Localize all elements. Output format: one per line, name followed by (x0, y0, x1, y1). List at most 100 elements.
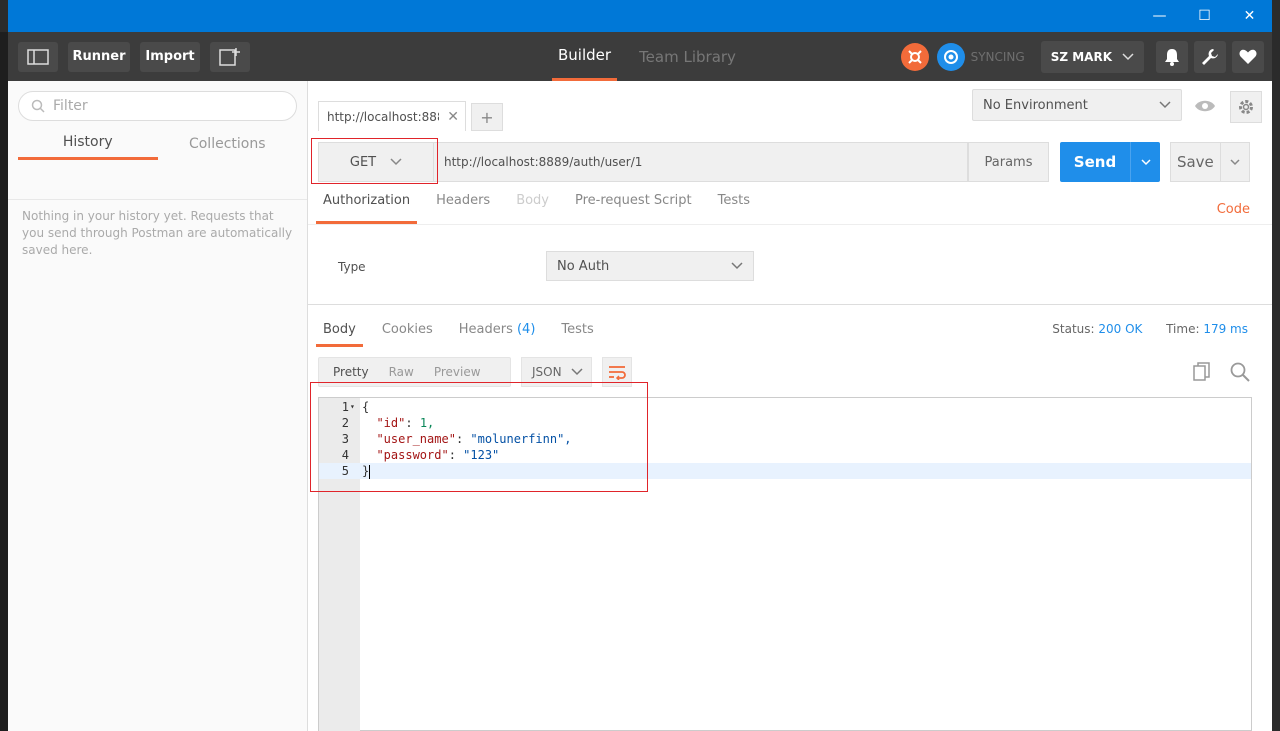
time-value: 179 ms (1203, 322, 1248, 336)
request-tab[interactable]: http://localhost:8889 ✕ (318, 101, 466, 131)
toggle-sidebar-button[interactable] (18, 41, 58, 72)
tab-builder[interactable]: Builder (552, 32, 618, 81)
tab-pre-request-script[interactable]: Pre-request Script (568, 193, 699, 224)
user-menu-button[interactable]: SZ MARK (1040, 40, 1144, 73)
close-tab-icon[interactable]: ✕ (447, 109, 459, 125)
code-line: 3 "user_name": "molunerfinn", (319, 431, 1251, 447)
code-line: 4 "password": "123" (319, 447, 1251, 463)
send-button[interactable]: Send (1060, 142, 1160, 182)
status-label: Status: (1052, 322, 1095, 336)
app-toolbar: Runner Import Builder Team Library SYNCI… (8, 32, 1272, 81)
maximize-button[interactable]: ☐ (1182, 0, 1227, 32)
sync-icon[interactable] (936, 42, 965, 71)
auth-type-label: Type (338, 260, 366, 274)
search-icon (1230, 362, 1250, 382)
auth-type-select[interactable]: No Auth (546, 251, 754, 281)
send-options-button[interactable] (1130, 142, 1160, 182)
code-text: "password": "123" (376, 448, 500, 462)
eye-icon (1195, 100, 1215, 112)
generate-code-link[interactable]: Code (1217, 202, 1250, 217)
status-value: 200 OK (1098, 322, 1143, 336)
tab-body[interactable]: Body (509, 193, 556, 224)
sync-status-text: SYNCING (970, 49, 1025, 64)
chevron-down-icon (390, 158, 402, 166)
preview-button[interactable]: Preview (426, 357, 489, 387)
wrap-lines-button[interactable] (602, 357, 632, 387)
code-text: { (362, 400, 370, 414)
copy-icon (1193, 362, 1210, 381)
language-select[interactable]: JSON (521, 357, 592, 387)
add-tab-button[interactable]: + (471, 103, 503, 131)
manage-environments-button[interactable] (1230, 91, 1262, 123)
settings-button[interactable] (1194, 40, 1226, 73)
save-label: Save (1176, 153, 1214, 171)
search-icon (31, 99, 45, 113)
url-input[interactable]: http://localhost:8889/auth/user/1 (434, 142, 968, 182)
sidebar-tabs: History Collections (18, 127, 297, 160)
code-text: "id": 1, (376, 416, 435, 430)
environment-quick-look-button[interactable] (1190, 91, 1220, 121)
environment-value: No Environment (983, 97, 1088, 113)
wrench-icon (1202, 48, 1218, 65)
filter-input[interactable]: Filter (18, 91, 297, 121)
tab-team-library[interactable]: Team Library (633, 32, 742, 81)
close-window-button[interactable]: ✕ (1227, 0, 1272, 32)
closing-brace: } (362, 464, 370, 478)
request-subtabs: Authorization Headers Body Pre-request S… (308, 193, 1272, 224)
json-key: "id" (376, 416, 406, 430)
request-tabs: http://localhost:8889 ✕ + (308, 81, 958, 131)
response-body-editor[interactable]: 1 ▾ { 2 "id": 1, 3 "user_name": "moluner… (318, 397, 1252, 731)
tab-authorization[interactable]: Authorization (316, 193, 418, 224)
pretty-button[interactable]: Pretty (325, 357, 377, 387)
favorites-button[interactable] (1232, 40, 1264, 73)
tab-response-cookies[interactable]: Cookies (375, 322, 440, 347)
search-response-button[interactable] (1228, 360, 1252, 384)
raw-button[interactable]: Raw (381, 357, 422, 387)
json-key: "password" (376, 448, 449, 462)
builder-tabs: Builder Team Library (552, 32, 758, 81)
toolbar-right: SYNCING SZ MARK (893, 32, 1264, 81)
chevron-down-icon (571, 368, 583, 376)
import-button[interactable]: Import (140, 41, 200, 72)
tab-collections[interactable]: Collections (158, 127, 298, 160)
tab-history[interactable]: History (18, 127, 158, 160)
tab-headers[interactable]: Headers (429, 193, 497, 224)
bell-icon (1165, 48, 1179, 66)
method-select[interactable]: GET (318, 142, 434, 182)
history-empty-message: Nothing in your history yet. Requests th… (22, 209, 293, 257)
json-value: "molunerfinn", (470, 432, 572, 446)
new-window-button[interactable] (210, 41, 250, 72)
response-headers-label: Headers (458, 322, 513, 337)
text-cursor (369, 464, 371, 479)
tab-tests[interactable]: Tests (711, 193, 757, 224)
tab-response-tests[interactable]: Tests (554, 322, 600, 347)
line-number: 2 (341, 416, 349, 430)
chevron-down-icon (1159, 101, 1171, 109)
sidebar-divider (8, 160, 307, 200)
line-number: 1 (341, 400, 349, 414)
view-mode-group: Pretty Raw Preview (318, 357, 511, 387)
code-line: 2 "id": 1, (319, 415, 1251, 431)
runner-button[interactable]: Runner (68, 41, 130, 72)
params-button[interactable]: Params (968, 142, 1049, 182)
url-bar: GET http://localhost:8889/auth/user/1 Pa… (318, 142, 1250, 182)
request-tab-label: http://localhost:8889 (327, 109, 439, 124)
tab-response-headers[interactable]: Headers (4) (452, 322, 543, 347)
fold-arrow-icon[interactable]: ▾ (350, 399, 355, 415)
user-name: SZ MARK (1050, 49, 1112, 64)
minimize-button[interactable]: — (1137, 0, 1182, 32)
save-options-button[interactable] (1219, 143, 1249, 181)
postman-window: — ☐ ✕ Runner Import Builder Team Library… (8, 0, 1272, 731)
time-label: Time: (1166, 322, 1200, 336)
interceptor-icon[interactable] (900, 42, 929, 71)
notifications-button[interactable] (1156, 40, 1188, 73)
save-button[interactable]: Save (1170, 142, 1250, 182)
sidebar-icon (27, 48, 49, 65)
chevron-down-icon (1140, 158, 1151, 165)
tab-response-body[interactable]: Body (316, 322, 363, 347)
environment-select[interactable]: No Environment (972, 89, 1182, 121)
chevron-down-icon (1122, 52, 1134, 60)
json-value: "123" (463, 448, 500, 462)
copy-response-button[interactable] (1190, 360, 1214, 384)
line-number: 5 (341, 464, 349, 478)
